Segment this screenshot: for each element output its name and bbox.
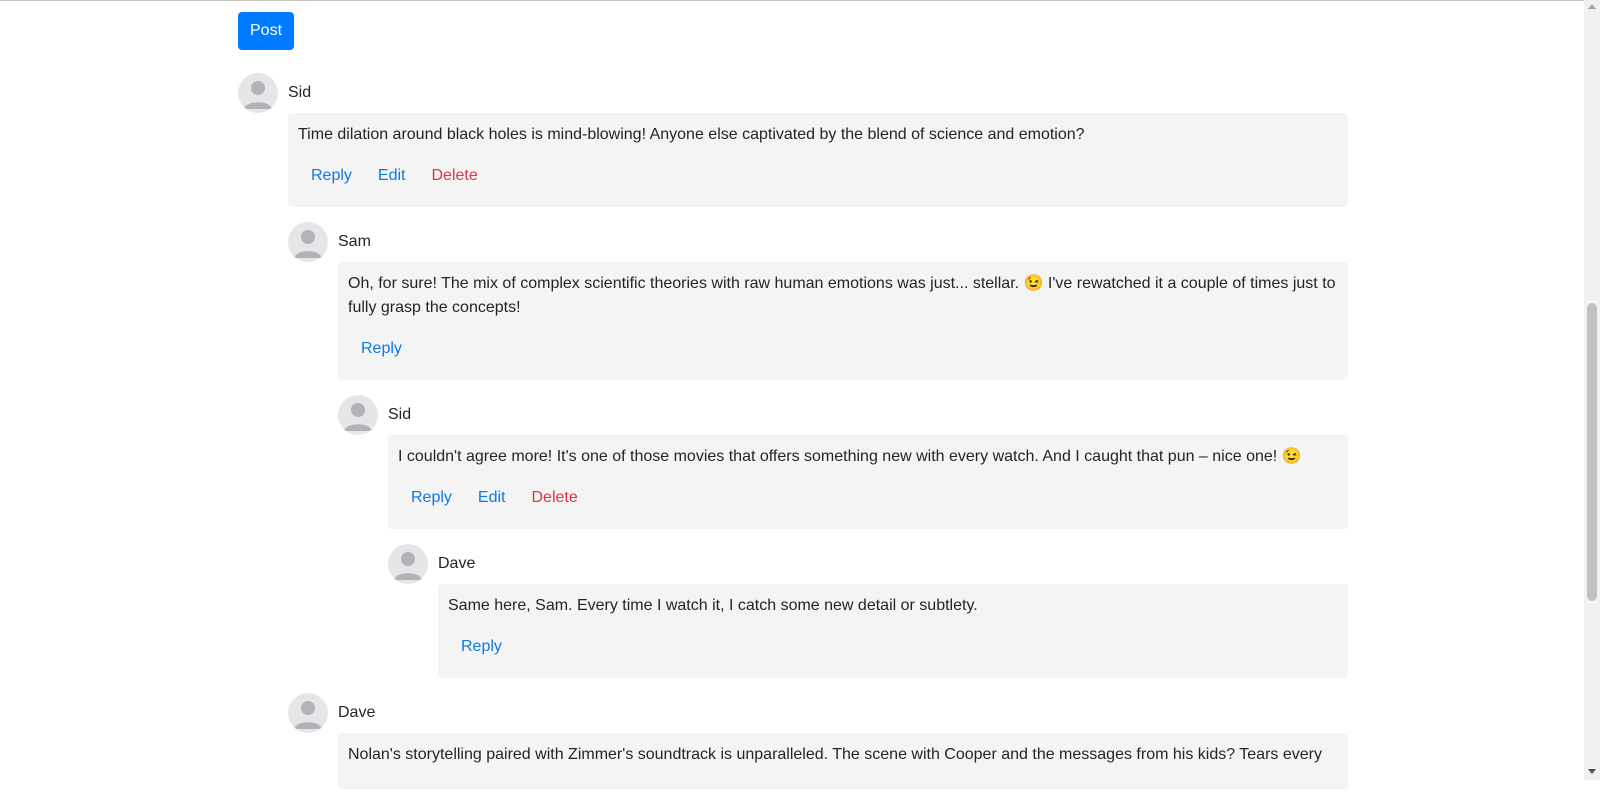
- comment-thread: Sid Time dilation around black holes is …: [238, 73, 1348, 789]
- comment-header: Sam: [288, 222, 1348, 262]
- comment-author: Dave: [438, 555, 476, 572]
- comment-text: Nolan's storytelling paired with Zimmer'…: [348, 746, 1322, 763]
- comment: Dave Same here, Sam. Every time I watch …: [388, 544, 1348, 678]
- edit-button[interactable]: Edit: [365, 157, 419, 195]
- comment-author: Sid: [288, 84, 312, 101]
- comment-text: Oh, for sure! The mix of complex scienti…: [348, 275, 1336, 316]
- scroll-down-arrow-icon[interactable]: [1588, 769, 1596, 774]
- user-avatar-icon: [288, 693, 328, 733]
- comment-actions: Reply Edit Delete: [298, 157, 1338, 195]
- user-avatar-icon: [238, 73, 278, 113]
- comment-body: Time dilation around black holes is mind…: [288, 113, 1348, 207]
- edit-button[interactable]: Edit: [465, 479, 519, 517]
- comment: Sam Oh, for sure! The mix of complex sci…: [288, 222, 1348, 678]
- comment-author: Dave: [338, 704, 376, 721]
- user-avatar-icon: [338, 395, 378, 435]
- top-border: [0, 0, 1600, 1]
- comment-actions: Reply: [448, 628, 1338, 666]
- comment-body: I couldn't agree more! It's one of those…: [388, 435, 1348, 529]
- user-avatar-icon: [288, 222, 328, 262]
- user-avatar-icon: [388, 544, 428, 584]
- scrollbar-thumb[interactable]: [1587, 303, 1597, 601]
- comment: Dave Nolan's storytelling paired with Zi…: [288, 693, 1348, 789]
- comment-text: Time dilation around black holes is mind…: [298, 126, 1085, 143]
- comment-author: Sam: [338, 233, 371, 250]
- post-button[interactable]: Post: [238, 12, 295, 50]
- scroll-up-arrow-icon[interactable]: [1588, 4, 1596, 9]
- comment-text: Same here, Sam. Every time I watch it, I…: [448, 597, 978, 614]
- comment-header: Dave: [388, 544, 1348, 584]
- reply-button[interactable]: Reply: [298, 157, 365, 195]
- delete-button[interactable]: Delete: [518, 479, 590, 517]
- reply-button[interactable]: Reply: [398, 479, 465, 517]
- vertical-scrollbar[interactable]: [1584, 0, 1600, 780]
- comment: Sid Time dilation around black holes is …: [238, 73, 1348, 789]
- comment-header: Dave: [288, 693, 1348, 733]
- comment-body: Oh, for sure! The mix of complex scienti…: [338, 262, 1348, 380]
- comment-replies: Sam Oh, for sure! The mix of complex sci…: [288, 222, 1348, 789]
- delete-button[interactable]: Delete: [418, 157, 490, 195]
- reply-button[interactable]: Reply: [348, 330, 415, 368]
- comment-header: Sid: [338, 395, 1348, 435]
- comment-author: Sid: [388, 406, 412, 423]
- comment-body: Same here, Sam. Every time I watch it, I…: [438, 584, 1348, 678]
- comment-replies: Sid I couldn't agree more! It's one of t…: [338, 395, 1348, 678]
- comment-actions: Reply: [348, 330, 1338, 368]
- comment: Sid I couldn't agree more! It's one of t…: [338, 395, 1348, 678]
- comment-text: I couldn't agree more! It's one of those…: [398, 448, 1302, 465]
- comment-body: Nolan's storytelling paired with Zimmer'…: [338, 733, 1348, 789]
- comment-header: Sid: [238, 73, 1348, 113]
- comment-replies: Dave Same here, Sam. Every time I watch …: [388, 544, 1348, 678]
- comment-actions: Reply Edit Delete: [398, 479, 1338, 517]
- comments-section: Post Sid Time dilation around black hole…: [238, 12, 1348, 804]
- reply-button[interactable]: Reply: [448, 628, 515, 666]
